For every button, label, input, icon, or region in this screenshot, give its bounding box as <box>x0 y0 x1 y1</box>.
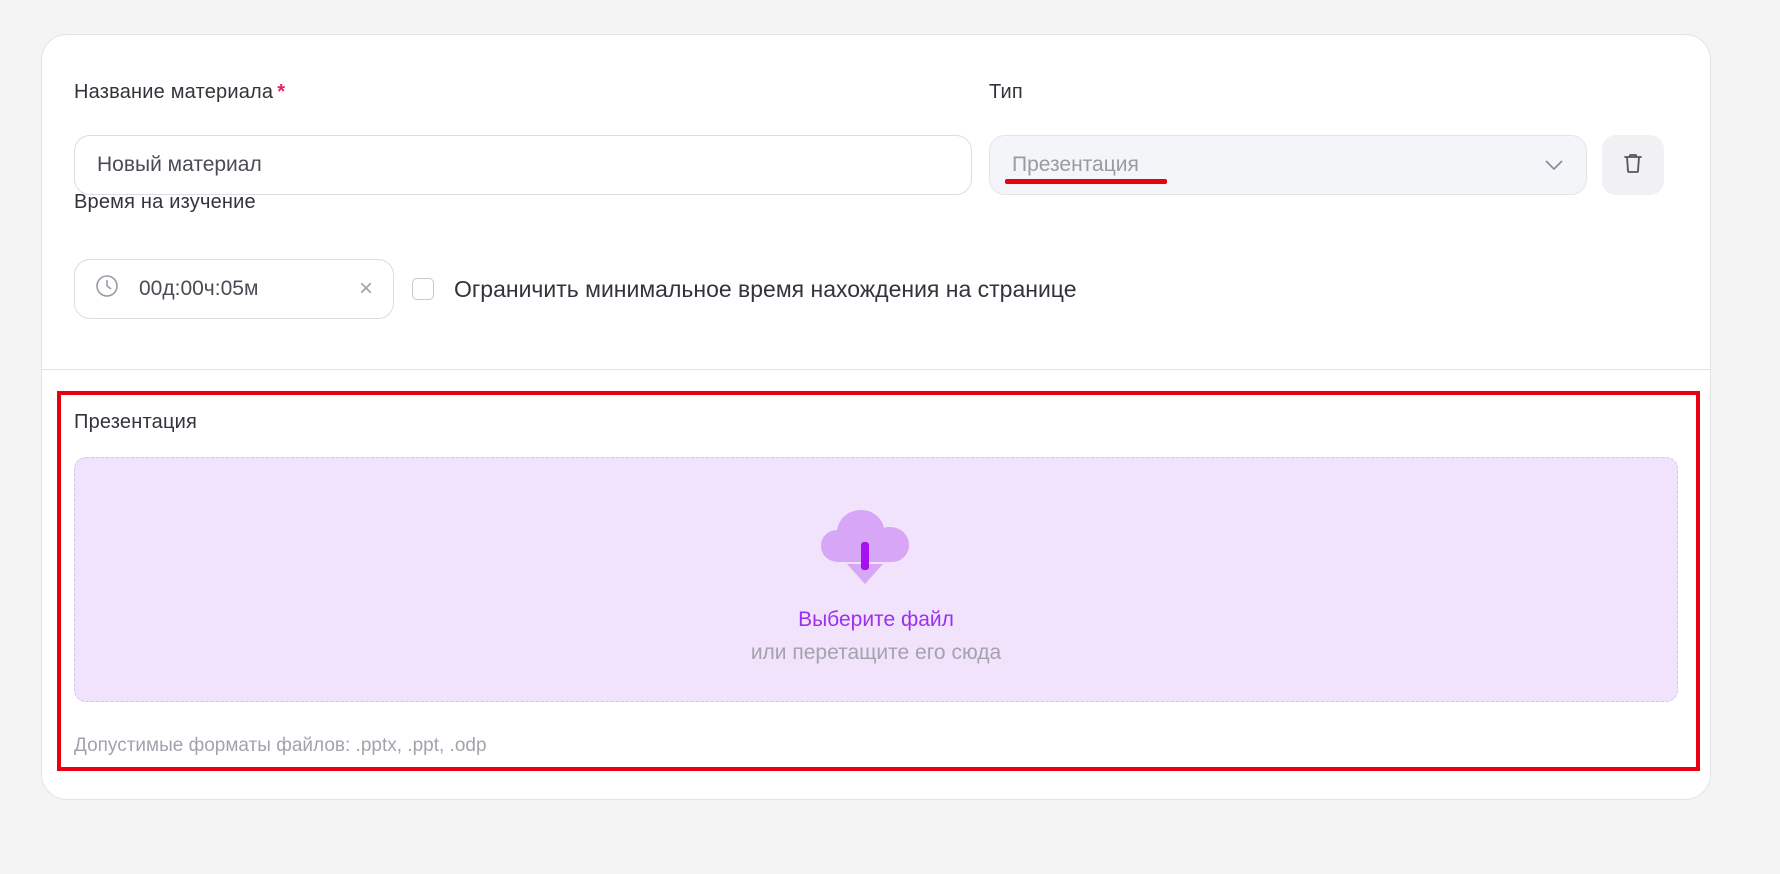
allowed-formats-hint: Допустимые форматы файлов: .pptx, .ppt, … <box>74 735 487 756</box>
name-label-text: Название материала <box>74 81 274 103</box>
time-input-content: 00д:00ч:05м <box>95 274 258 304</box>
required-mark: * <box>277 81 286 103</box>
file-dropzone[interactable]: Выберите файл или перетащите его сюда <box>74 457 1678 702</box>
material-name-value: Новый материал <box>97 153 262 176</box>
trash-icon <box>1623 152 1643 179</box>
type-annotation-underline <box>1005 179 1167 184</box>
limit-time-checkbox-label[interactable]: Ограничить минимальное время нахождения … <box>454 276 1077 303</box>
delete-material-button[interactable] <box>1602 135 1664 195</box>
upload-section-title: Презентация <box>74 411 198 433</box>
chevron-down-icon <box>1544 155 1564 175</box>
choose-file-link[interactable]: Выберите файл <box>75 608 1677 632</box>
type-label: Тип <box>989 81 1023 103</box>
time-label: Время на изучение <box>74 191 256 213</box>
section-divider <box>42 369 1710 370</box>
material-name-input[interactable]: Новый материал <box>74 135 972 195</box>
type-select-value: Презентация <box>1012 153 1139 176</box>
study-time-input[interactable]: 00д:00ч:05м × <box>74 259 394 319</box>
type-select[interactable]: Презентация <box>989 135 1587 195</box>
study-time-value: 00д:00ч:05м <box>139 277 259 300</box>
close-icon[interactable]: × <box>359 277 373 301</box>
name-label: Название материала * <box>74 81 285 104</box>
limit-time-checkbox[interactable] <box>412 278 434 300</box>
clock-icon <box>95 274 119 304</box>
cloud-download-icon <box>815 502 915 588</box>
material-card: Название материала * Новый материал Тип П… <box>41 34 1711 800</box>
drag-hint: или перетащите его сюда <box>750 641 1002 664</box>
